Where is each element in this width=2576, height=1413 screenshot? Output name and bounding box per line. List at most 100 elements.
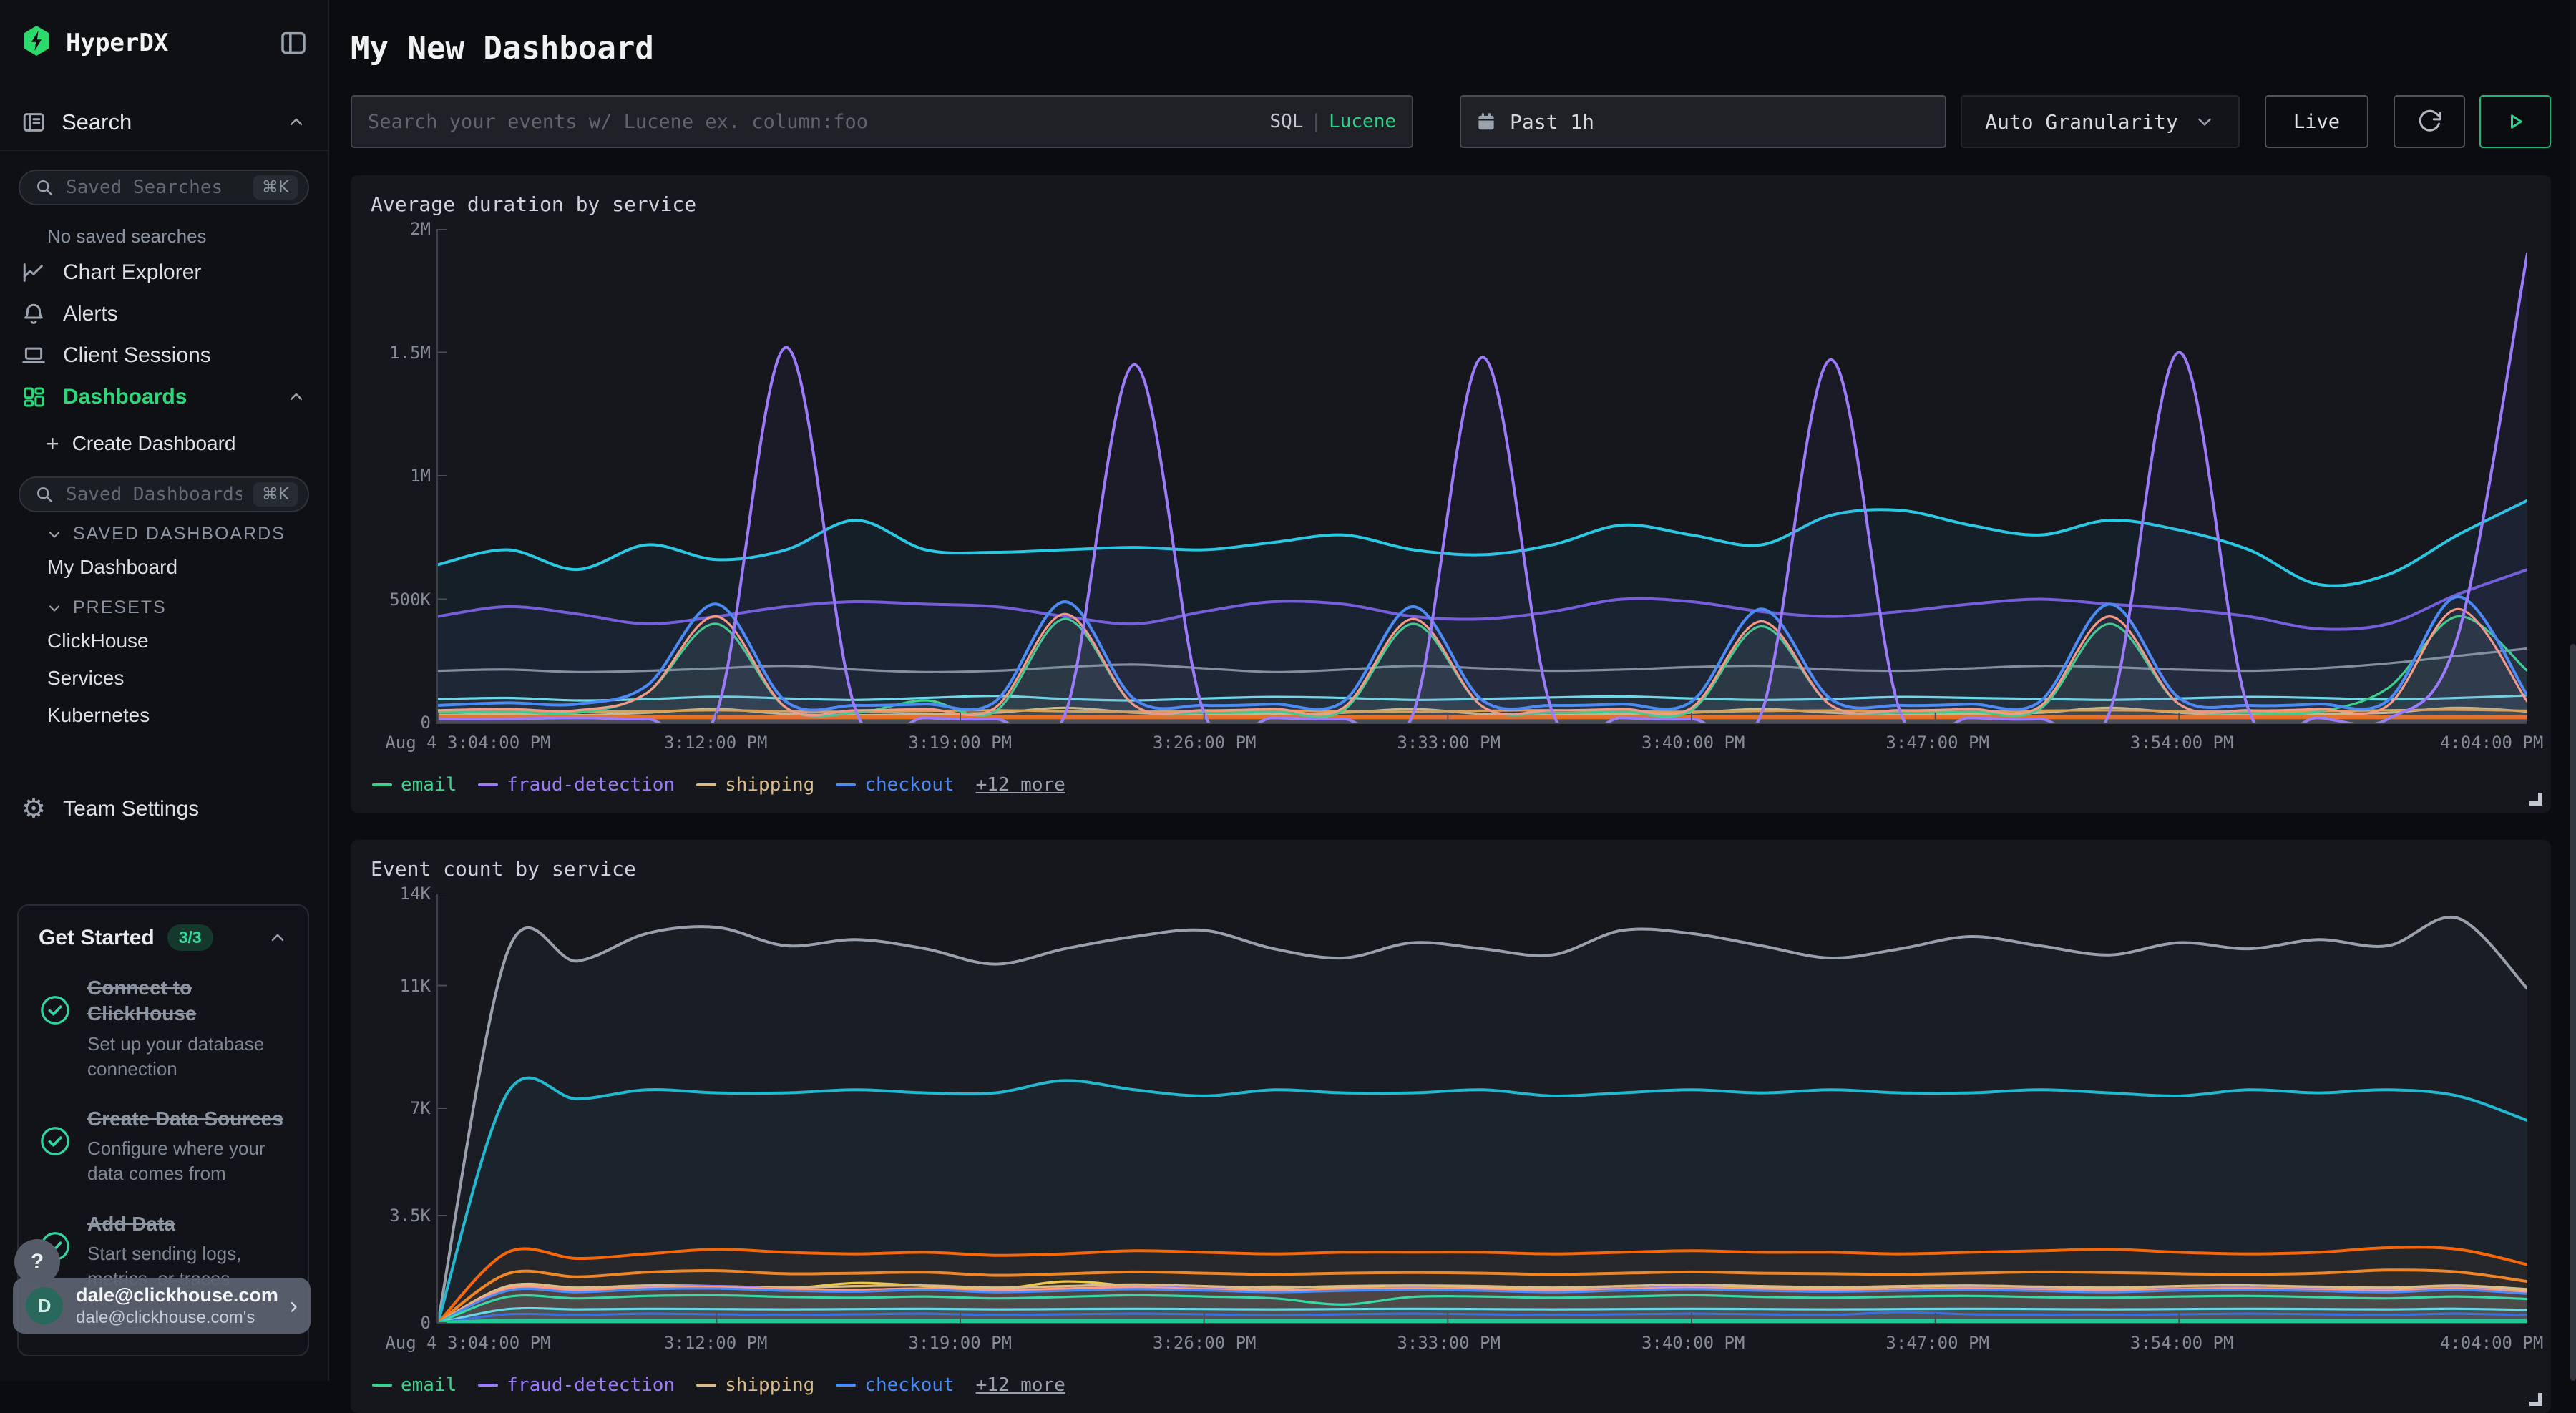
saved-dashboards-field[interactable] [66, 484, 242, 505]
legend-swatch [696, 1384, 716, 1387]
sidebar-item-my-dashboard[interactable]: My Dashboard [0, 549, 328, 586]
legend-label: email [401, 774, 457, 796]
sidebar-item-team-settings[interactable]: ⚙ Team Settings [0, 788, 328, 830]
sidebar-item-dashboards[interactable]: Dashboards [0, 376, 328, 418]
saved-dashboards-header[interactable]: SAVED DASHBOARDS [0, 512, 328, 549]
create-dashboard-button[interactable]: + Create Dashboard [0, 418, 328, 458]
legend-more-link[interactable]: +12 more [976, 1374, 1065, 1396]
legend-item-checkout[interactable]: checkout [836, 1374, 954, 1396]
chart-title: Event count by service [371, 857, 2531, 881]
legend-item-checkout[interactable]: checkout [836, 774, 954, 796]
dashboard-toolbar: SQL | Lucene Past 1h Auto Granularity Live [351, 95, 2551, 148]
help-button[interactable]: ? [14, 1239, 60, 1285]
calendar-icon [1475, 111, 1497, 132]
play-icon [2502, 109, 2528, 135]
sidebar-item-kubernetes[interactable]: Kubernetes [0, 697, 328, 734]
legend-label: shipping [725, 774, 814, 796]
shortcut-badge: ⌘K [253, 175, 298, 200]
sidebar-item-chart-explorer[interactable]: Chart Explorer [0, 252, 328, 293]
chevron-up-icon [286, 387, 306, 407]
presets-header[interactable]: PRESETS [0, 586, 328, 622]
get-started-item-sources[interactable]: Create Data Sources Configure where your… [39, 1106, 288, 1187]
panel-resize-handle[interactable] [2529, 793, 2542, 806]
legend-label: fraud-detection [507, 1374, 675, 1396]
search-section-label: Search [62, 109, 270, 135]
scrollbar-thumb[interactable] [2570, 644, 2576, 1381]
x-tick-label: 4:04:00 PM [2440, 733, 2544, 753]
legend-swatch [372, 1384, 392, 1387]
search-icon [34, 484, 54, 504]
legend-label: fraud-detection [507, 774, 675, 796]
sidebar-item-alerts[interactable]: Alerts [0, 293, 328, 335]
legend-label: checkout [864, 1374, 954, 1396]
x-tick-label: 3:26:00 PM [1153, 733, 1257, 753]
sidebar-item-services[interactable]: Services [0, 660, 328, 697]
bell-icon [21, 302, 46, 326]
sidebar-item-client-sessions[interactable]: Client Sessions [0, 335, 328, 376]
granularity-select[interactable]: Auto Granularity [1961, 95, 2240, 148]
plus-icon: + [46, 432, 59, 455]
page-scrollbar[interactable] [2570, 0, 2576, 1381]
legend-swatch [478, 783, 498, 786]
x-tick-label: 3:19:00 PM [909, 1333, 1013, 1353]
chevron-up-icon[interactable] [268, 928, 288, 948]
legend-item-email[interactable]: email [372, 1374, 457, 1396]
sidebar-item-clickhouse[interactable]: ClickHouse [0, 622, 328, 660]
x-axis-labels: Aug 4 3:04:00 PM3:12:00 PM3:19:00 PM3:26… [436, 724, 2531, 757]
get-started-item-connect[interactable]: Connect to ClickHouse Set up your databa… [39, 975, 288, 1082]
chart-legend: email fraud-detection shipping checkout +12 … [371, 1374, 2531, 1396]
main-content: My New Dashboard SQL | Lucene Past 1h Auto… [331, 0, 2576, 1381]
y-tick-label: 11K [400, 976, 431, 996]
chart-panel-event-count: Event count by service 03.5K7K11K14K Aug… [351, 840, 2551, 1413]
page-title: My New Dashboard [351, 30, 2551, 67]
legend-swatch [696, 783, 716, 786]
x-tick-label: 3:19:00 PM [909, 733, 1013, 753]
user-menu[interactable]: D dale@clickhouse.com dale@clickhouse.co… [13, 1278, 311, 1334]
x-tick-label: 3:12:00 PM [664, 733, 768, 753]
dashboards-icon [21, 385, 46, 409]
user-org: dale@clickhouse.com's [76, 1308, 277, 1328]
saved-searches-field[interactable] [66, 177, 242, 198]
sidebar-item-search[interactable]: Search [0, 105, 328, 140]
collapse-sidebar-button[interactable] [279, 29, 308, 57]
legend-swatch [836, 783, 856, 786]
event-search-box[interactable]: SQL | Lucene [351, 95, 1413, 148]
chart-legend: email fraud-detection shipping checkout +12 … [371, 774, 2531, 796]
refresh-icon [2416, 108, 2443, 135]
gear-icon: ⚙ [21, 796, 46, 823]
saved-searches-input[interactable]: ⌘K [19, 170, 309, 205]
search-section-icon [21, 110, 46, 135]
y-tick-label: 500K [389, 590, 431, 610]
legend-item-fraud-detection[interactable]: fraud-detection [478, 1374, 675, 1396]
user-email: dale@clickhouse.com [76, 1284, 277, 1306]
y-tick-label: 1.5M [389, 343, 431, 363]
run-query-button[interactable] [2479, 95, 2551, 148]
x-tick-label: 3:47:00 PM [1885, 733, 1989, 753]
y-tick-label: 7K [410, 1098, 431, 1118]
x-tick-label: 3:12:00 PM [664, 1333, 768, 1353]
chart-plot-area[interactable] [436, 229, 2527, 724]
legend-item-shipping[interactable]: shipping [696, 774, 814, 796]
legend-item-email[interactable]: email [372, 774, 457, 796]
refresh-button[interactable] [2394, 95, 2465, 148]
lucene-toggle[interactable]: Lucene [1329, 111, 1396, 132]
chart-plot-area[interactable] [436, 894, 2527, 1324]
brand-title: HyperDX [66, 29, 265, 57]
legend-item-shipping[interactable]: shipping [696, 1374, 814, 1396]
granularity-value: Auto Granularity [1985, 110, 2178, 134]
panel-resize-handle[interactable] [2529, 1393, 2542, 1406]
lang-separator: | [1310, 111, 1322, 132]
avatar: D [26, 1287, 63, 1324]
time-range-picker[interactable]: Past 1h [1460, 95, 1946, 148]
legend-more-link[interactable]: +12 more [976, 774, 1065, 796]
live-button[interactable]: Live [2265, 95, 2368, 148]
x-tick-label: 3:40:00 PM [1641, 733, 1745, 753]
series-line-other-tealflat [438, 1321, 2527, 1323]
legend-item-fraud-detection[interactable]: fraud-detection [478, 774, 675, 796]
x-tick-label: 3:26:00 PM [1153, 1333, 1257, 1353]
legend-swatch [478, 1384, 498, 1387]
sql-toggle[interactable]: SQL [1269, 111, 1303, 132]
event-search-input[interactable] [368, 111, 1269, 133]
saved-dashboards-input[interactable]: ⌘K [19, 476, 309, 512]
y-tick-label: 1M [410, 466, 431, 486]
